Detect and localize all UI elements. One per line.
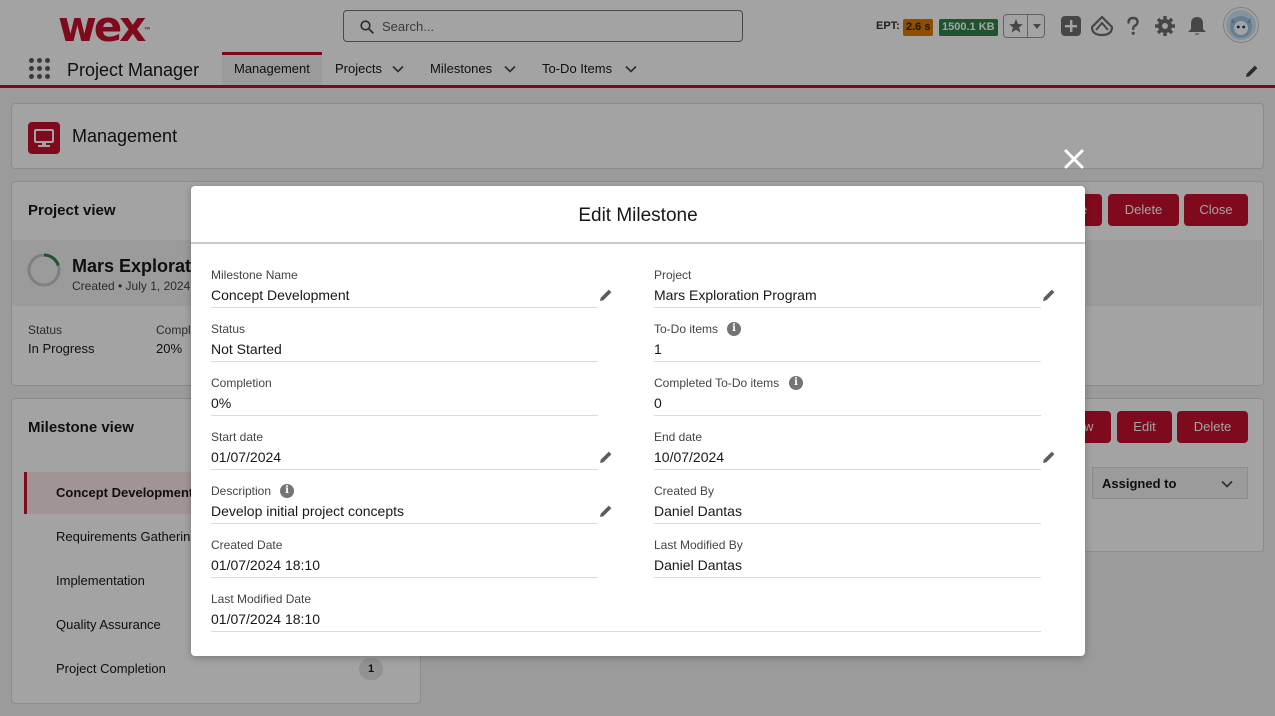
completion-field: Completion 0% [211,376,615,424]
edit-milestone-modal: Edit Milestone Milestone Name Concept De… [191,186,1085,656]
completion-value: 0% [211,395,232,411]
end-date-field: End date 10/07/2024 [654,430,1058,478]
edit-milestone-name-pencil-icon[interactable] [599,288,613,302]
todo-items-info-icon[interactable]: i [727,322,741,336]
modal-header: Edit Milestone [191,186,1085,244]
last-modified-by-field: Last Modified By Daniel Dantas [654,538,1058,586]
start-date-field: Start date 01/07/2024 [211,430,615,478]
todo-items-value: 1 [654,341,662,357]
description-value: Develop initial project concepts [211,503,404,519]
description-field: Description i Develop initial project co… [211,484,615,532]
status-value: Not Started [211,341,282,357]
created-by-field: Created By Daniel Dantas [654,484,1058,532]
completed-todo-items-field: Completed To-Do items i 0 [654,376,1058,424]
completed-todo-items-info-icon[interactable]: i [789,376,803,390]
close-icon[interactable] [1061,146,1087,172]
end-date-value: 10/07/2024 [654,449,725,465]
start-date-value: 01/07/2024 [211,449,282,465]
created-date-value: 01/07/2024 18:10 [211,557,320,573]
todo-items-field: To-Do items i 1 [654,322,1058,370]
edit-project-pencil-icon[interactable] [1042,288,1056,302]
last-modified-date-value: 01/07/2024 18:10 [211,611,320,627]
modal-title: Edit Milestone [578,205,698,226]
last-modified-by-value: Daniel Dantas [654,557,742,573]
milestone-name-field: Milestone Name Concept Development [211,268,615,316]
edit-description-pencil-icon[interactable] [599,504,613,518]
created-date-field: Created Date 01/07/2024 18:10 [211,538,615,586]
last-modified-date-field: Last Modified Date 01/07/2024 18:10 [211,592,1041,640]
project-value: Mars Exploration Program [654,287,817,303]
status-field: Status Not Started [211,322,615,370]
completed-todo-items-value: 0 [654,395,662,411]
edit-start-date-pencil-icon[interactable] [599,450,613,464]
created-by-value: Daniel Dantas [654,503,742,519]
project-field: Project Mars Exploration Program [654,268,1058,316]
edit-end-date-pencil-icon[interactable] [1042,450,1056,464]
description-info-icon[interactable]: i [280,484,294,498]
milestone-name-value: Concept Development [211,287,350,303]
